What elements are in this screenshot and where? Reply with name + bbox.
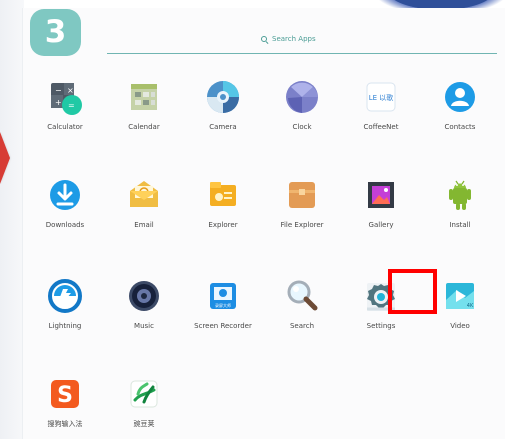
app-label: Explorer (208, 221, 238, 229)
screen-recorder-icon: 录屏大师 (205, 278, 241, 314)
app-label: Downloads (45, 221, 85, 229)
search-underline (107, 53, 497, 54)
app-downloads[interactable]: Downloads (27, 177, 103, 255)
email-icon (126, 177, 162, 213)
music-icon (126, 278, 162, 314)
sogou-input-icon-text: S (57, 383, 73, 408)
left-edge-background (0, 0, 24, 439)
coffeenet-icon-text: LE 以歌 (369, 93, 394, 102)
wandoujia-icon (126, 376, 162, 412)
svg-text:−: − (55, 86, 62, 95)
app-label: Email (134, 221, 154, 229)
app-label: Video (450, 322, 470, 330)
red-arrow-icon (0, 132, 10, 184)
app-calendar[interactable]: Calendar (106, 79, 182, 157)
svg-text:=: = (68, 101, 75, 110)
app-label: 豌豆荚 (133, 420, 155, 428)
app-lightning[interactable]: Lightning (27, 278, 103, 356)
search-apps-bar[interactable]: Search Apps (260, 32, 316, 46)
app-label: Gallery (368, 221, 394, 229)
app-label: Camera (209, 123, 237, 131)
app-label: Screen Recorder (194, 322, 252, 330)
app-calculator[interactable]: − × + = Calculator (27, 79, 103, 157)
app-camera[interactable]: Camera (185, 79, 261, 157)
app-music[interactable]: Music (106, 278, 182, 356)
app-label: Settings (366, 322, 396, 330)
app-label: Lightning (48, 322, 82, 330)
explorer-icon (205, 177, 241, 213)
app-drawer-panel: Search Apps − × + = Calculator Calendar … (22, 8, 505, 439)
contacts-icon (442, 79, 478, 115)
search-apps-label: Search Apps (272, 35, 316, 43)
camera-icon (205, 79, 241, 115)
screen-recorder-icon-text: 录屏大师 (215, 302, 231, 308)
video-icon-text: 4K (467, 303, 474, 309)
app-gallery[interactable]: Gallery (343, 177, 419, 255)
app-screen-recorder[interactable]: 录屏大师 Screen Recorder (185, 278, 261, 356)
app-wandoujia[interactable]: 豌豆荚 (106, 376, 182, 439)
app-contacts[interactable]: Contacts (422, 79, 498, 157)
app-label: Clock (292, 123, 312, 131)
app-file-explorer[interactable]: File Explorer (264, 177, 340, 255)
app-install[interactable]: Install (422, 177, 498, 255)
app-label: Music (134, 322, 154, 330)
search-icon (284, 278, 320, 314)
settings-highlight-box (388, 269, 437, 314)
calendar-icon (126, 79, 162, 115)
app-explorer[interactable]: Explorer (185, 177, 261, 255)
install-icon (442, 177, 478, 213)
file-explorer-icon (284, 177, 320, 213)
step-number-badge: 3 (30, 9, 81, 56)
app-search[interactable]: Search (264, 278, 340, 356)
app-label: Install (449, 221, 471, 229)
svg-text:+: + (55, 98, 62, 107)
calculator-icon: − × + = (47, 79, 83, 115)
gallery-icon (363, 177, 399, 213)
coffeenet-icon: LE 以歌 (363, 79, 399, 115)
clock-icon (284, 79, 320, 115)
app-sogou-input[interactable]: S 搜狗输入法 (27, 376, 103, 439)
app-label: Contacts (444, 123, 476, 131)
app-label: CoffeeNet (363, 123, 399, 131)
downloads-icon (47, 177, 83, 213)
video-icon: 4K (442, 278, 478, 314)
app-label: Search (289, 322, 315, 330)
svg-text:×: × (67, 86, 74, 95)
sogou-input-icon: S (47, 376, 83, 412)
app-label: File Explorer (280, 221, 324, 229)
lightning-icon (47, 278, 83, 314)
app-label: Calendar (128, 123, 160, 131)
android-app-drawer-screenshot: Search Apps − × + = Calculator Calendar … (0, 0, 506, 439)
app-coffeenet[interactable]: LE 以歌 CoffeeNet (343, 79, 419, 157)
app-clock[interactable]: Clock (264, 79, 340, 157)
app-label: 搜狗输入法 (47, 420, 83, 428)
search-icon (260, 35, 269, 44)
app-email[interactable]: Email (106, 177, 182, 255)
app-label: Calculator (47, 123, 83, 131)
